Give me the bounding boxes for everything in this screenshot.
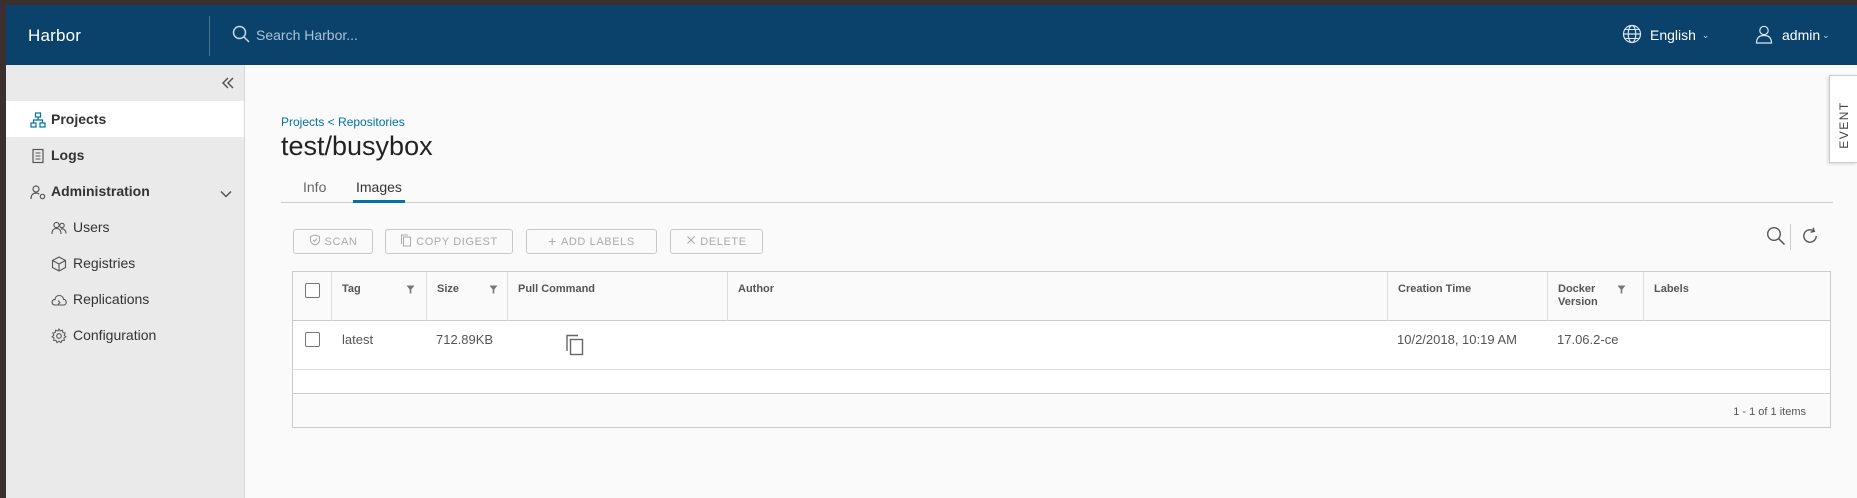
delete-button-label: DELETE	[700, 235, 747, 248]
sidebar-item-users[interactable]: Users	[6, 209, 244, 245]
chevron-down-icon: ⌄	[1701, 29, 1710, 40]
scan-button-label: SCAN	[324, 235, 358, 248]
projects-icon	[30, 112, 46, 128]
global-search-input[interactable]	[256, 22, 556, 48]
filter-icon[interactable]	[406, 285, 415, 298]
row-checkbox[interactable]	[305, 332, 320, 347]
select-all-checkbox[interactable]	[305, 283, 320, 298]
registries-icon	[51, 256, 67, 272]
column-label: Docker	[1558, 283, 1596, 295]
cell-docker-version: 17.06.2-ce	[1557, 332, 1619, 347]
copy-digest-button[interactable]: COPY DIGEST	[385, 229, 513, 254]
add-labels-label: ADD LABELS	[560, 235, 635, 248]
administration-icon	[30, 184, 46, 200]
user-name: admin	[1782, 27, 1821, 43]
cell-size: 712.89KB	[436, 332, 494, 347]
tab-images[interactable]: Images	[353, 179, 405, 203]
datagrid-header: Tag Size Pull Command Author Creation Ti…	[293, 272, 1830, 321]
event-panel-tab[interactable]: EVENT	[1829, 75, 1857, 163]
sidebar-item-logs[interactable]: Logs	[6, 137, 244, 173]
cell-tag[interactable]: latest	[342, 332, 373, 347]
column-header-author[interactable]: Author	[727, 272, 1387, 321]
sidebar-item-administration[interactable]: Administration	[6, 173, 244, 209]
sidebar-item-label: Administration	[51, 183, 150, 199]
search-icon[interactable]	[232, 25, 250, 48]
tab-info[interactable]: Info	[300, 179, 329, 203]
sidebar-item-projects[interactable]: Projects	[6, 101, 244, 137]
sidebar-item-replications[interactable]: Replications	[6, 281, 244, 317]
search-icon[interactable]	[1766, 226, 1786, 251]
datagrid-body-filler	[293, 370, 1830, 394]
column-label: Version	[1558, 296, 1598, 308]
sidebar-item-configuration[interactable]: Configuration	[6, 317, 244, 353]
tab-bar: Info Images	[281, 173, 1833, 203]
user-icon	[1754, 24, 1774, 47]
sidebar-item-label: Replications	[73, 291, 150, 307]
toolbar-divider	[1790, 224, 1791, 250]
column-header-creation-time[interactable]: Creation Time	[1387, 272, 1547, 321]
copy-icon[interactable]	[565, 334, 585, 359]
column-header-docker-version[interactable]: Docker Version	[1547, 272, 1643, 321]
column-label: Size	[437, 283, 460, 295]
logs-icon	[30, 148, 46, 164]
breadcrumb[interactable]: Projects < Repositories	[281, 115, 405, 129]
chevron-down-icon: ⌄	[1822, 29, 1830, 40]
globe-icon	[1622, 24, 1642, 47]
column-header-tag[interactable]: Tag	[331, 272, 426, 321]
sidebar-item-label: Registries	[73, 255, 136, 271]
add-labels-button[interactable]: + ADD LABELS	[526, 229, 657, 254]
user-menu[interactable]: admin ⌄	[1754, 22, 1830, 48]
sidebar-item-label: Users	[73, 219, 110, 235]
collapse-sidebar-icon[interactable]	[220, 75, 236, 91]
copy-digest-label: COPY DIGEST	[416, 235, 498, 248]
top-header: Harbor English ⌄ admin ⌄	[6, 5, 1857, 65]
sidebar-item-registries[interactable]: Registries	[6, 245, 244, 281]
page-title: test/busybox	[281, 131, 433, 161]
column-label: Tag	[342, 283, 361, 295]
plus-icon: +	[548, 232, 557, 249]
copy-icon	[400, 234, 412, 250]
column-header-pull-command[interactable]: Pull Command	[507, 272, 727, 321]
column-header-labels[interactable]: Labels	[1643, 272, 1830, 321]
sidebar-item-label: Logs	[51, 147, 85, 163]
sidebar: Projects Logs Administration Users Regis…	[6, 65, 245, 498]
close-icon	[686, 235, 696, 248]
refresh-icon[interactable]	[1800, 226, 1820, 251]
language-selector[interactable]: English ⌄	[1622, 22, 1709, 48]
filter-icon[interactable]	[1617, 285, 1626, 298]
header-divider	[209, 16, 210, 56]
sidebar-item-label: Projects	[51, 111, 107, 127]
cell-creation-time: 10/2/2018, 10:19 AM	[1397, 332, 1517, 347]
shield-check-icon	[309, 234, 321, 249]
scan-button[interactable]: SCAN	[293, 229, 373, 254]
chevron-down-icon[interactable]	[220, 186, 232, 202]
harbor-app: Harbor English ⌄ admin ⌄	[6, 5, 1857, 498]
users-icon	[51, 220, 67, 236]
event-tab-label: EVENT	[1837, 101, 1851, 149]
datagrid-footer: 1 - 1 of 1 items	[293, 395, 1830, 427]
sidebar-item-label: Configuration	[73, 327, 157, 343]
configuration-icon	[51, 328, 67, 344]
brand-logo[interactable]: Harbor	[28, 26, 81, 46]
pagination-description: 1 - 1 of 1 items	[1733, 406, 1806, 418]
column-header-size[interactable]: Size	[426, 272, 507, 321]
replications-icon	[51, 292, 67, 308]
filter-icon[interactable]	[489, 285, 498, 298]
delete-button[interactable]: DELETE	[670, 229, 763, 254]
language-label: English	[1650, 27, 1696, 43]
images-datagrid: Tag Size Pull Command Author Creation Ti…	[292, 271, 1831, 428]
